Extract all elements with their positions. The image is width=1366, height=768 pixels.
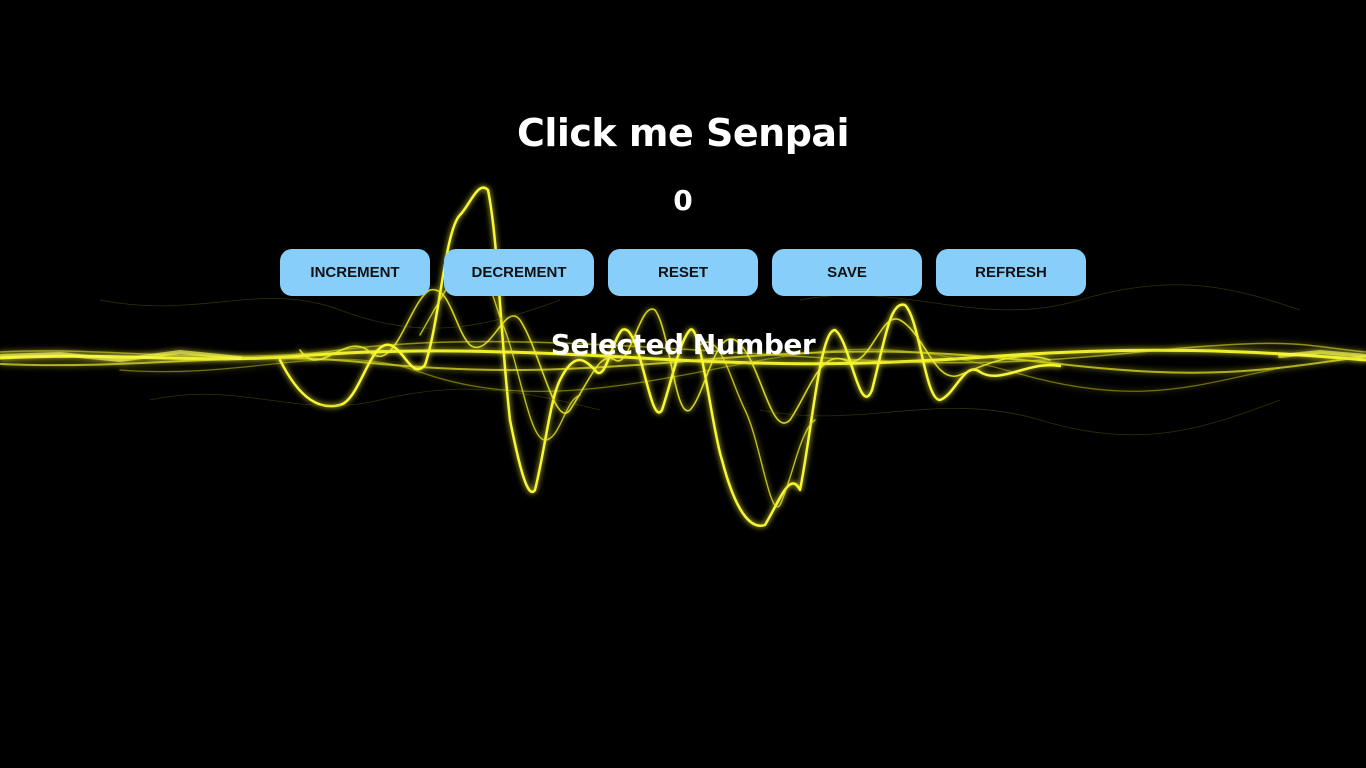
reset-button[interactable]: RESET [608,249,758,296]
button-row: INCREMENT DECREMENT RESET SAVE REFRESH [280,249,1086,296]
increment-button[interactable]: INCREMENT [280,249,430,296]
decrement-button[interactable]: DECREMENT [444,249,594,296]
counter-value: 0 [673,184,693,217]
save-button[interactable]: SAVE [772,249,922,296]
selected-number-heading: Selected Number [550,328,816,361]
refresh-button[interactable]: REFRESH [936,249,1086,296]
page-title: Click me Senpai [516,111,850,155]
